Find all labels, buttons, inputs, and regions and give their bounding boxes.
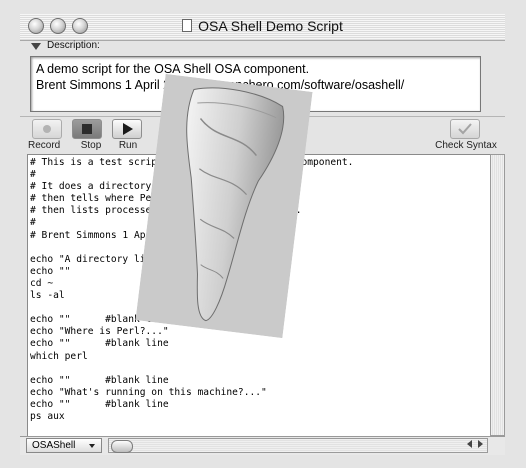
record-icon: [43, 125, 51, 133]
horizontal-scrollbar[interactable]: [108, 438, 488, 453]
check-syntax-button[interactable]: [450, 119, 480, 139]
disclosure-triangle-icon[interactable]: [31, 43, 41, 50]
run-label: Run: [118, 140, 138, 151]
title-bar[interactable]: OSA Shell Demo Script: [20, 14, 505, 41]
run-button[interactable]: [112, 119, 142, 139]
vertical-scrollbar[interactable]: [490, 154, 505, 436]
script-editor-window: OSA Shell Demo Script Description: A dem…: [0, 0, 526, 468]
stop-icon: [82, 124, 92, 134]
scroll-thumb[interactable]: [111, 440, 133, 453]
check-syntax-label: Check Syntax: [435, 140, 497, 151]
scroll-right-arrow-icon[interactable]: [478, 440, 483, 448]
scroll-left-arrow-icon[interactable]: [467, 440, 472, 448]
run-icon: [123, 123, 133, 135]
window-title-wrap: OSA Shell Demo Script: [20, 18, 505, 34]
document-icon: [182, 19, 193, 32]
stop-label: Stop: [80, 140, 102, 151]
language-label: OSAShell: [32, 440, 76, 451]
chevron-down-icon: [89, 444, 95, 448]
window-title: OSA Shell Demo Script: [198, 18, 343, 34]
stop-button[interactable]: [72, 119, 102, 139]
description-header: Description:: [20, 40, 505, 54]
language-popup[interactable]: OSAShell: [26, 438, 102, 453]
record-button[interactable]: [32, 119, 62, 139]
parsnip-image: [135, 73, 313, 339]
description-label: Description:: [47, 40, 100, 51]
checkmark-icon: [458, 123, 472, 135]
record-label: Record: [28, 140, 61, 151]
status-bar: OSAShell: [20, 436, 505, 455]
